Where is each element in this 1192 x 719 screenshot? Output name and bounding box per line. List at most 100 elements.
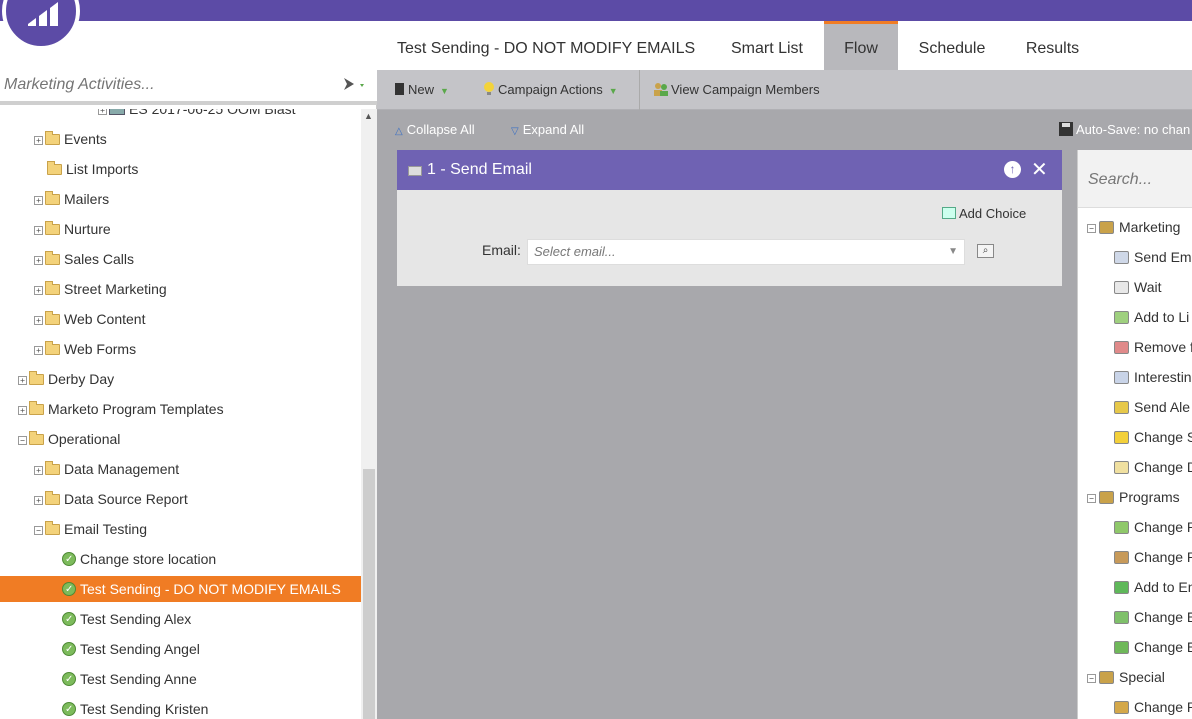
scroll-up-icon[interactable]: ▲ bbox=[364, 111, 373, 121]
toolbar-divider bbox=[639, 70, 640, 110]
tab-smart-list[interactable]: Smart List bbox=[719, 21, 815, 70]
tree-folder[interactable]: + Events bbox=[34, 126, 107, 152]
close-icon[interactable]: ✕ bbox=[1031, 156, 1048, 184]
tree-folder[interactable]: + Data Source Report bbox=[34, 486, 188, 512]
email-select[interactable]: Select email... ▼ bbox=[527, 239, 965, 265]
collapse-icon[interactable]: − bbox=[1087, 224, 1096, 233]
palette-item-label: Programs bbox=[1119, 489, 1180, 505]
expand-icon[interactable]: + bbox=[98, 109, 107, 115]
tree-folder[interactable]: List Imports bbox=[34, 156, 138, 182]
palette-search-input[interactable]: Search... bbox=[1078, 150, 1192, 208]
scroll-thumb[interactable] bbox=[363, 469, 375, 719]
tree-folder[interactable]: + Marketo Program Templates bbox=[18, 396, 224, 422]
palette-action[interactable]: Send Em bbox=[1114, 242, 1192, 272]
expand-icon[interactable]: + bbox=[18, 376, 27, 385]
flow-step-send-email[interactable]: 1 - Send Email ↑ ✕ Add Choice Email: Sel… bbox=[397, 150, 1062, 286]
palette-action[interactable]: Change P bbox=[1114, 542, 1192, 572]
lightbulb-icon bbox=[484, 82, 494, 95]
add-choice-button[interactable]: Add Choice bbox=[942, 206, 1026, 221]
tree-item-label: Test Sending Kristen bbox=[80, 701, 209, 717]
expand-icon[interactable]: + bbox=[34, 316, 43, 325]
campaign-actions-caret-icon: ▼ bbox=[608, 86, 618, 96]
tree-scrollbar[interactable]: ▲ bbox=[361, 109, 377, 719]
expand-icon[interactable]: + bbox=[34, 136, 43, 145]
palette-action[interactable]: Change P bbox=[1114, 692, 1192, 719]
tree-folder[interactable]: − Email Testing bbox=[34, 516, 147, 542]
collapse-icon[interactable]: − bbox=[34, 526, 43, 535]
campaign-actions-button[interactable]: Campaign Actions ▼ bbox=[483, 70, 618, 110]
view-campaign-members-button[interactable]: View Campaign Members bbox=[653, 70, 820, 110]
tree-campaign[interactable]: Test Sending Alex bbox=[62, 606, 192, 633]
filter-options-icon[interactable] bbox=[342, 76, 372, 96]
expand-icon[interactable]: + bbox=[18, 406, 27, 415]
palette-group[interactable]: − Marketing bbox=[1087, 212, 1180, 242]
palette-action[interactable]: Change E bbox=[1114, 632, 1192, 662]
top-bar bbox=[0, 0, 1192, 21]
palette-action[interactable]: Change D bbox=[1114, 452, 1192, 482]
palette-action[interactable]: Wait bbox=[1114, 272, 1161, 302]
tree-campaign[interactable]: Test Sending Angel bbox=[62, 636, 200, 663]
palette-action[interactable]: Change E bbox=[1114, 602, 1192, 632]
folder-icon bbox=[45, 191, 60, 205]
tree-folder[interactable]: + Web Forms bbox=[34, 336, 136, 362]
tree-folder[interactable]: − Operational bbox=[18, 426, 120, 452]
palette-group[interactable]: − Programs bbox=[1087, 482, 1180, 512]
palette-action[interactable]: Send Ale bbox=[1114, 392, 1190, 422]
tree-folder[interactable]: + Data Management bbox=[34, 456, 179, 482]
tab-schedule[interactable]: Schedule bbox=[908, 21, 996, 70]
action-icon bbox=[1114, 401, 1129, 414]
tab-results[interactable]: Results bbox=[1015, 21, 1090, 70]
tree-item-label: Test Sending Alex bbox=[80, 611, 192, 627]
campaign-tabs: Test Sending - DO NOT MODIFY EMAILS Smar… bbox=[377, 21, 1192, 70]
expand-icon[interactable]: + bbox=[34, 226, 43, 235]
expand-all-button[interactable]: ▽ Expand All bbox=[511, 111, 584, 149]
collapse-icon[interactable]: − bbox=[1087, 674, 1096, 683]
tab-flow[interactable]: Flow bbox=[824, 21, 898, 70]
tree-campaign[interactable]: Test Sending Kristen bbox=[62, 696, 208, 719]
campaign-title-tab[interactable]: Test Sending - DO NOT MODIFY EMAILS bbox=[397, 21, 695, 70]
palette-group[interactable]: − Special bbox=[1087, 662, 1165, 692]
tree-campaign[interactable]: Test Sending Anne bbox=[62, 666, 197, 693]
tree-item-label: Mailers bbox=[64, 191, 110, 207]
folder-icon bbox=[45, 341, 60, 355]
move-up-icon[interactable]: ↑ bbox=[1004, 161, 1021, 178]
tree-folder[interactable]: + Derby Day bbox=[18, 366, 114, 392]
tree-program[interactable]: + ES 2017-06-25 OOM Blast bbox=[98, 109, 296, 122]
expand-icon[interactable]: + bbox=[34, 346, 43, 355]
tree-filter-input[interactable] bbox=[4, 76, 324, 94]
tree-folder[interactable]: + Street Marketing bbox=[34, 276, 167, 302]
flow-step-title: 1 - Send Email bbox=[427, 161, 532, 178]
expand-icon[interactable]: + bbox=[34, 196, 43, 205]
expand-icon[interactable]: + bbox=[34, 466, 43, 475]
palette-action[interactable]: Remove f bbox=[1114, 332, 1192, 362]
action-icon bbox=[1114, 281, 1129, 294]
smart-campaign-icon bbox=[62, 547, 76, 573]
action-icon bbox=[1114, 581, 1129, 594]
collapse-icon[interactable]: − bbox=[1087, 494, 1096, 503]
palette-action[interactable]: Add to Li bbox=[1114, 302, 1189, 332]
email-lookup-icon[interactable]: ⌕ bbox=[977, 244, 994, 258]
collapse-icon[interactable]: − bbox=[18, 436, 27, 445]
new-menu-button[interactable]: New ▼ bbox=[394, 70, 449, 110]
tree-campaign[interactable]: Change store location bbox=[62, 546, 217, 573]
tree-folder[interactable]: + Mailers bbox=[34, 186, 109, 212]
palette-action[interactable]: Change S bbox=[1114, 422, 1192, 452]
palette-action[interactable]: Interestin bbox=[1114, 362, 1192, 392]
tree-folder[interactable]: + Sales Calls bbox=[34, 246, 134, 272]
tree-folder[interactable]: + Web Content bbox=[34, 306, 145, 332]
expand-icon[interactable]: + bbox=[34, 286, 43, 295]
chevron-down-icon[interactable]: ▼ bbox=[948, 240, 958, 264]
expand-icon[interactable]: + bbox=[34, 256, 43, 265]
tree-item-label: Marketo Program Templates bbox=[48, 401, 224, 417]
flow-step-header[interactable]: 1 - Send Email ↑ ✕ bbox=[397, 150, 1062, 190]
palette-action[interactable]: Add to En bbox=[1114, 572, 1192, 602]
tree-campaign[interactable]: Test Sending - DO NOT MODIFY EMAILS bbox=[0, 576, 361, 603]
tree-item-label: Change store location bbox=[80, 551, 217, 567]
palette-action[interactable]: Change P bbox=[1114, 512, 1192, 542]
campaign-actions-label: Campaign Actions bbox=[498, 82, 603, 97]
tree-item-label: Street Marketing bbox=[64, 281, 167, 297]
expand-icon[interactable]: + bbox=[34, 496, 43, 505]
collapse-all-button[interactable]: △ Collapse All bbox=[395, 111, 475, 149]
tree-item-label: Sales Calls bbox=[64, 251, 135, 267]
tree-folder[interactable]: + Nurture bbox=[34, 216, 111, 242]
